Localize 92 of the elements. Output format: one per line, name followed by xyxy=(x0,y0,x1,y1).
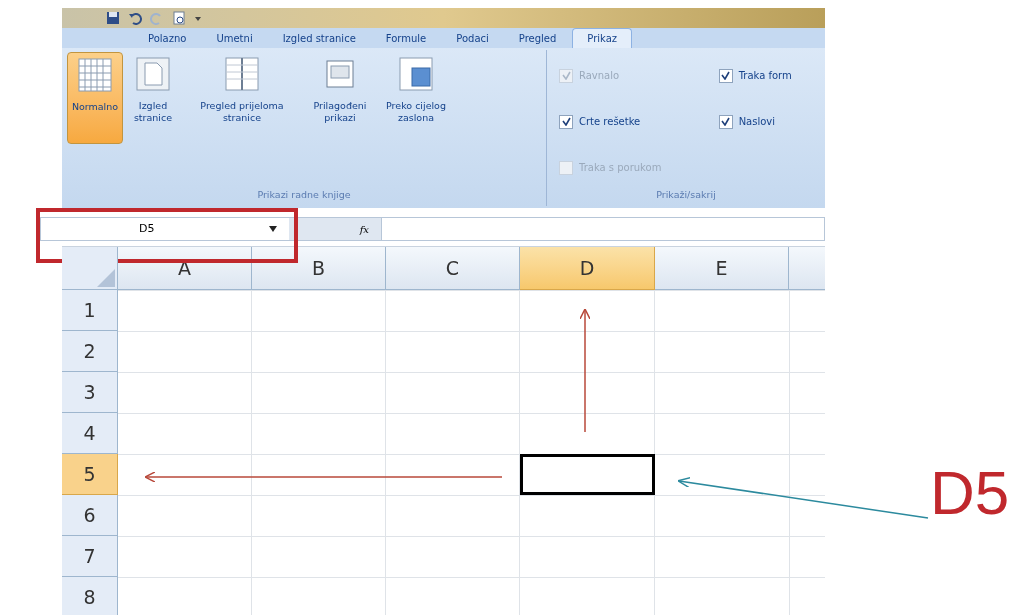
grid-cell[interactable] xyxy=(252,536,386,577)
ribbon-tab[interactable]: Umetni xyxy=(202,28,267,48)
grid-cell[interactable] xyxy=(118,372,252,413)
ribbon-tab[interactable]: Formule xyxy=(371,28,441,48)
grid-cell[interactable] xyxy=(520,536,655,577)
column-header[interactable]: C xyxy=(386,247,520,290)
grid-cell[interactable] xyxy=(789,290,825,331)
row-header[interactable]: 1 xyxy=(62,290,118,331)
grid-cell[interactable] xyxy=(386,372,520,413)
grid-cell[interactable] xyxy=(520,495,655,536)
grid-cell[interactable] xyxy=(789,577,825,615)
grid-cell[interactable] xyxy=(386,331,520,372)
grid-cell[interactable] xyxy=(789,536,825,577)
grid-cell[interactable] xyxy=(386,290,520,331)
name-box-value: D5 xyxy=(139,220,155,237)
column-header[interactable] xyxy=(789,247,825,290)
grid-cell[interactable] xyxy=(118,454,252,495)
grid-cell[interactable] xyxy=(252,495,386,536)
row-header[interactable]: 5 xyxy=(62,454,118,495)
grid-cell[interactable] xyxy=(520,290,655,331)
grid-cell[interactable] xyxy=(789,454,825,495)
checkbox-label: Ravnalo xyxy=(579,69,620,84)
grid-cell[interactable] xyxy=(386,577,520,615)
view-button[interactable]: Izgled stranice xyxy=(129,52,177,144)
row-header[interactable]: 6 xyxy=(62,495,118,536)
check-icon xyxy=(721,117,731,127)
ribbon-tab[interactable]: Polazno xyxy=(134,28,201,48)
redo-icon[interactable] xyxy=(150,11,164,25)
grid-cell[interactable] xyxy=(520,577,655,615)
grid-cell[interactable] xyxy=(252,372,386,413)
ribbon-tab[interactable]: Izgled stranice xyxy=(268,28,370,48)
view-button[interactable]: Normalno xyxy=(67,52,123,144)
row-header[interactable]: 7 xyxy=(62,536,118,577)
grid-cell[interactable] xyxy=(118,536,252,577)
grid-cell[interactable] xyxy=(252,577,386,615)
grid-cell[interactable] xyxy=(118,413,252,454)
grid-cell[interactable] xyxy=(789,372,825,413)
group-label: Prikazi radne knjige xyxy=(256,187,352,202)
checkbox-label: Naslovi xyxy=(738,115,776,130)
ribbon-tab[interactable]: Prikaz xyxy=(572,28,633,48)
checkbox[interactable] xyxy=(718,68,733,83)
group-label: Prikaži/sakrij xyxy=(655,187,717,202)
ribbon-tab[interactable]: Podaci xyxy=(442,28,503,48)
row-header[interactable]: 3 xyxy=(62,372,118,413)
check-icon xyxy=(561,117,571,127)
grid-cell[interactable] xyxy=(118,290,252,331)
grid-cell[interactable] xyxy=(118,577,252,615)
grid-cell[interactable] xyxy=(118,331,252,372)
view-button[interactable]: Prilagođeni prikazi xyxy=(307,52,373,144)
corner-triangle-icon xyxy=(97,269,115,287)
dropdown-arrow-icon[interactable] xyxy=(269,226,277,232)
checkbox[interactable] xyxy=(559,114,573,129)
checkbox-label: Crte rešetke xyxy=(579,115,641,130)
checkbox-label: Traka form xyxy=(738,69,792,84)
grid-cell[interactable] xyxy=(520,372,655,413)
grid-cell[interactable] xyxy=(386,495,520,536)
row-header[interactable]: 2 xyxy=(62,331,118,372)
print-preview-icon[interactable] xyxy=(172,11,186,25)
grid-cell[interactable] xyxy=(789,495,825,536)
cell-reference-label: D5 xyxy=(930,462,1010,524)
grid-icon xyxy=(77,57,113,93)
undo-icon[interactable] xyxy=(128,11,142,25)
grid-cell[interactable] xyxy=(789,331,825,372)
grid-cell[interactable] xyxy=(386,536,520,577)
check-icon xyxy=(561,71,571,81)
page-icon xyxy=(135,56,171,92)
grid-cell[interactable] xyxy=(118,495,252,536)
save-icon[interactable] xyxy=(106,11,120,25)
grid-cell[interactable] xyxy=(789,413,825,454)
grid-cell[interactable] xyxy=(252,454,386,495)
ribbon-tab[interactable]: Pregled xyxy=(504,28,571,48)
function-label[interactable]: fx xyxy=(359,221,369,237)
view-button[interactable]: Preko cijelog zaslona xyxy=(379,52,453,144)
grid-cell[interactable] xyxy=(386,413,520,454)
column-header[interactable]: D xyxy=(520,247,655,290)
checkbox[interactable] xyxy=(718,114,733,129)
view-button[interactable]: Pregled prijeloma stranice xyxy=(183,52,301,144)
column-header[interactable]: B xyxy=(252,247,386,290)
row-header[interactable]: 4 xyxy=(62,413,118,454)
formula-input[interactable] xyxy=(381,218,824,240)
fullscreen-icon xyxy=(398,56,434,92)
row-header[interactable]: 8 xyxy=(62,577,118,615)
active-cell[interactable] xyxy=(520,454,655,495)
page-break-icon xyxy=(224,56,260,92)
column-header[interactable]: E xyxy=(655,247,789,290)
grid-cell[interactable] xyxy=(252,331,386,372)
grid-cell[interactable] xyxy=(520,331,655,372)
check-icon xyxy=(721,71,731,81)
name-box[interactable]: D5 xyxy=(41,218,289,240)
select-all-corner[interactable] xyxy=(62,247,118,290)
grid-cell[interactable] xyxy=(252,290,386,331)
grid-cell[interactable] xyxy=(252,413,386,454)
